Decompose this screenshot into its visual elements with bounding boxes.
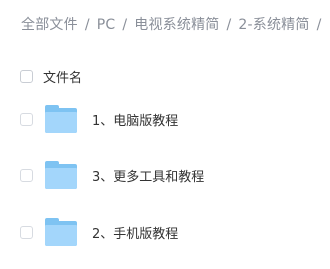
file-row[interactable]: 2、手机版教程 (20, 216, 178, 248)
breadcrumb-item-system-slim[interactable]: 2-系统精简 (238, 17, 309, 33)
breadcrumb-item-tv-system[interactable]: 电视系统精简 (134, 17, 219, 33)
file-list-header: 文件名 (20, 66, 82, 86)
breadcrumb-separator: / (316, 17, 322, 33)
row-checkbox[interactable] (20, 168, 33, 182)
breadcrumb-item-pc[interactable]: PC (97, 17, 116, 33)
select-all-checkbox[interactable] (20, 69, 33, 83)
breadcrumb-separator: / (84, 17, 90, 33)
folder-icon (45, 218, 77, 246)
breadcrumb-separator: / (226, 17, 232, 33)
breadcrumb-separator: / (122, 17, 128, 33)
column-header-filename[interactable]: 文件名 (43, 67, 82, 86)
file-name[interactable]: 3、更多工具和教程 (92, 166, 204, 185)
breadcrumb: 全部文件 / PC / 电视系统精简 / 2-系统精简 / (21, 14, 329, 34)
breadcrumb-item-all-files[interactable]: 全部文件 (21, 17, 78, 33)
row-checkbox[interactable] (20, 225, 33, 239)
file-name[interactable]: 1、电脑版教程 (92, 110, 178, 129)
folder-icon (45, 161, 77, 189)
file-row[interactable]: 1、电脑版教程 (20, 103, 178, 135)
file-name[interactable]: 2、手机版教程 (92, 223, 178, 242)
folder-icon (45, 105, 77, 133)
file-row[interactable]: 3、更多工具和教程 (20, 159, 204, 191)
row-checkbox[interactable] (20, 112, 33, 126)
